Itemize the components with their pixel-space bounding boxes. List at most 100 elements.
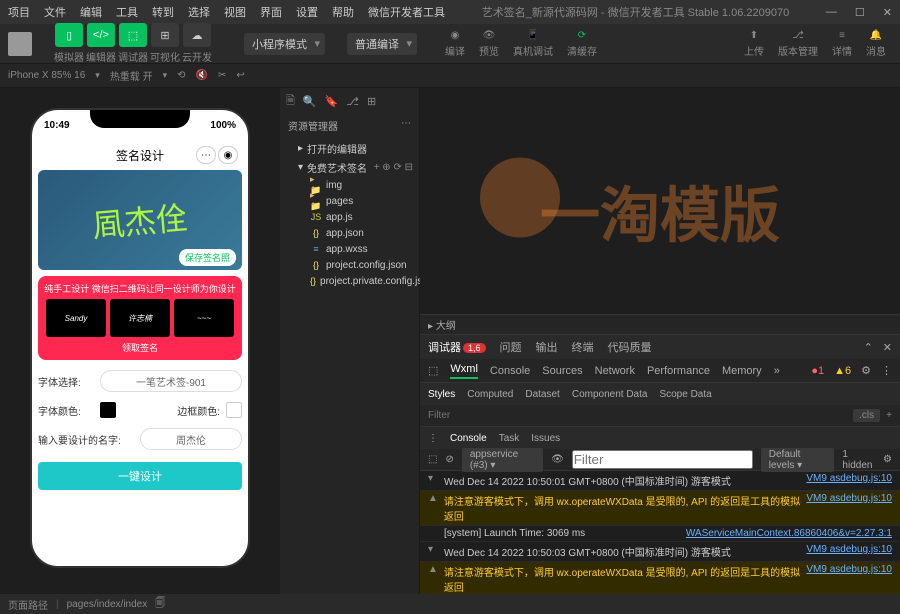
maximize-icon[interactable]: ☐	[855, 6, 865, 19]
tab-output[interactable]: 输出	[536, 339, 558, 355]
componentdata-tab[interactable]: Component Data	[572, 389, 648, 400]
console-kebab-icon[interactable]: ⋮	[428, 433, 438, 444]
menu-goto[interactable]: 转到	[152, 4, 174, 20]
design-button[interactable]: 一键设计	[38, 462, 242, 490]
subtab-sources[interactable]: Sources	[542, 365, 582, 377]
console-inspect-icon[interactable]: ⬚	[428, 454, 437, 465]
context-select[interactable]: appservice (#3) ▾	[462, 448, 543, 472]
compile-select[interactable]: 普通编译	[347, 33, 417, 55]
add-style-icon[interactable]: +	[886, 410, 892, 421]
kebab-icon[interactable]: ⋮	[881, 364, 892, 377]
close-icon[interactable]: ✕	[883, 6, 892, 19]
menu-tools[interactable]: 工具	[116, 4, 138, 20]
subtab-memory[interactable]: Memory	[722, 365, 762, 377]
tree-item-img[interactable]: ▸📁img	[280, 177, 419, 193]
console-clear-icon[interactable]: ⊘	[445, 454, 453, 465]
mode-select[interactable]: 小程序模式	[244, 33, 325, 55]
cut-icon[interactable]: ✂	[218, 70, 226, 81]
copy-path-icon[interactable]: 🗐	[155, 596, 165, 613]
simulator-button[interactable]: ▯	[55, 23, 83, 47]
hidden-count[interactable]: 1 hidden	[842, 449, 875, 471]
name-input[interactable]: 周杰伦	[140, 428, 242, 450]
branch-icon[interactable]: ⎇	[346, 95, 359, 108]
visual-button[interactable]: ⊞	[151, 23, 179, 47]
menu-file[interactable]: 文件	[44, 4, 66, 20]
capsule-close-icon[interactable]: ◉	[218, 146, 238, 164]
computed-tab[interactable]: Computed	[467, 389, 513, 400]
eye-icon[interactable]: 👁	[551, 454, 564, 465]
tree-item-appjson[interactable]: {}app.json	[280, 225, 419, 241]
chevron-up-icon[interactable]: ⌃	[864, 341, 873, 354]
subtab-wxml[interactable]: Wxml	[450, 363, 478, 379]
explorer-more-icon[interactable]: ⋯	[401, 118, 411, 133]
preview-button[interactable]: 👁预览	[473, 30, 505, 58]
tab-terminal[interactable]: 终端	[572, 339, 594, 355]
styles-tab[interactable]: Styles	[428, 389, 455, 400]
menu-wxdevtools[interactable]: 微信开发者工具	[368, 4, 445, 20]
avatar[interactable]	[8, 32, 32, 56]
tab-problems[interactable]: 问题	[500, 339, 522, 355]
bookmark-icon[interactable]: 🔖	[325, 95, 339, 108]
device-select[interactable]: iPhone X 85% 16	[8, 70, 85, 81]
menu-edit[interactable]: 编辑	[80, 4, 102, 20]
warn-count[interactable]: ▲6	[834, 365, 851, 377]
tree-item-projconfig[interactable]: {}project.config.json	[280, 257, 419, 273]
tree-item-appwxss[interactable]: ≡app.wxss	[280, 241, 419, 257]
menu-view[interactable]: 视图	[224, 4, 246, 20]
sample-sig-1[interactable]: Sandy	[46, 299, 106, 337]
tree-item-projprivate[interactable]: {}project.private.config.js...	[280, 273, 419, 289]
more-tabs-icon[interactable]: »	[774, 365, 780, 377]
save-signature-button[interactable]: 保存签名照	[179, 249, 236, 266]
styles-filter-input[interactable]	[428, 410, 853, 421]
console-filter-input[interactable]	[572, 450, 753, 469]
gear-icon[interactable]: ⚙	[861, 364, 871, 377]
drawer-issues-tab[interactable]: Issues	[531, 433, 560, 444]
back-icon[interactable]: ↩	[236, 70, 244, 81]
remote-debug-button[interactable]: 📱真机调试	[507, 30, 559, 58]
sample-sig-3[interactable]: ~~~	[174, 299, 234, 337]
tree-root[interactable]: ▾ 免费艺术签名 + ⊕ ⟳ ⊟	[280, 158, 419, 177]
upload-button[interactable]: ⬆上传	[738, 30, 770, 58]
get-signature-button[interactable]: 领取签名	[44, 341, 236, 354]
open-editors[interactable]: ▸ 打开的编辑器	[280, 139, 419, 158]
menu-project[interactable]: 项目	[8, 4, 30, 20]
version-button[interactable]: ⎇版本管理	[772, 30, 824, 58]
compile-button[interactable]: ◉编译	[439, 30, 471, 58]
debugger-button[interactable]: ⬚	[119, 23, 147, 47]
subtab-console[interactable]: Console	[490, 365, 530, 377]
capsule-menu-icon[interactable]: ⋯	[196, 146, 216, 164]
details-button[interactable]: ≡详情	[826, 30, 858, 58]
font-select[interactable]: 一笔艺术签-901	[100, 370, 242, 392]
error-count[interactable]: ●1	[811, 365, 824, 377]
drawer-task-tab[interactable]: Task	[499, 433, 520, 444]
clear-cache-button[interactable]: ⟳清缓存	[561, 30, 603, 58]
tab-quality[interactable]: 代码质量	[608, 339, 652, 355]
drawer-console-tab[interactable]: Console	[450, 433, 487, 444]
cls-toggle[interactable]: .cls	[853, 409, 880, 422]
messages-button[interactable]: 🔔消息	[860, 30, 892, 58]
border-color-swatch[interactable]	[226, 402, 242, 418]
sample-sig-2[interactable]: 许志楠	[110, 299, 170, 337]
menu-select[interactable]: 选择	[188, 4, 210, 20]
tree-item-pages[interactable]: ▸📁pages	[280, 193, 419, 209]
cloud-button[interactable]: ☁	[183, 23, 211, 47]
dataset-tab[interactable]: Dataset	[525, 389, 559, 400]
extension-icon[interactable]: ⊞	[367, 95, 376, 108]
levels-select[interactable]: Default levels ▾	[761, 448, 835, 472]
panel-close-icon[interactable]: ✕	[883, 341, 892, 354]
menu-interface[interactable]: 界面	[260, 4, 282, 20]
rotate-icon[interactable]: ⟲	[177, 70, 185, 81]
hotreload-toggle[interactable]: 热重载 开	[110, 68, 153, 83]
font-color-swatch[interactable]	[100, 402, 116, 418]
tree-item-appjs[interactable]: JSapp.js	[280, 209, 419, 225]
mute-icon[interactable]: 🔇	[196, 70, 208, 81]
scopedata-tab[interactable]: Scope Data	[659, 389, 711, 400]
outline-section[interactable]: ▸ 大纲	[420, 314, 900, 334]
subtab-network[interactable]: Network	[595, 365, 635, 377]
subtab-performance[interactable]: Performance	[647, 365, 710, 377]
editor-button[interactable]: </>	[87, 23, 115, 47]
explorer-tab-icon[interactable]: 🗎	[286, 92, 295, 111]
page-path[interactable]: pages/index/index	[67, 599, 148, 610]
menu-help[interactable]: 帮助	[332, 4, 354, 20]
console-gear-icon[interactable]: ⚙	[883, 454, 892, 465]
